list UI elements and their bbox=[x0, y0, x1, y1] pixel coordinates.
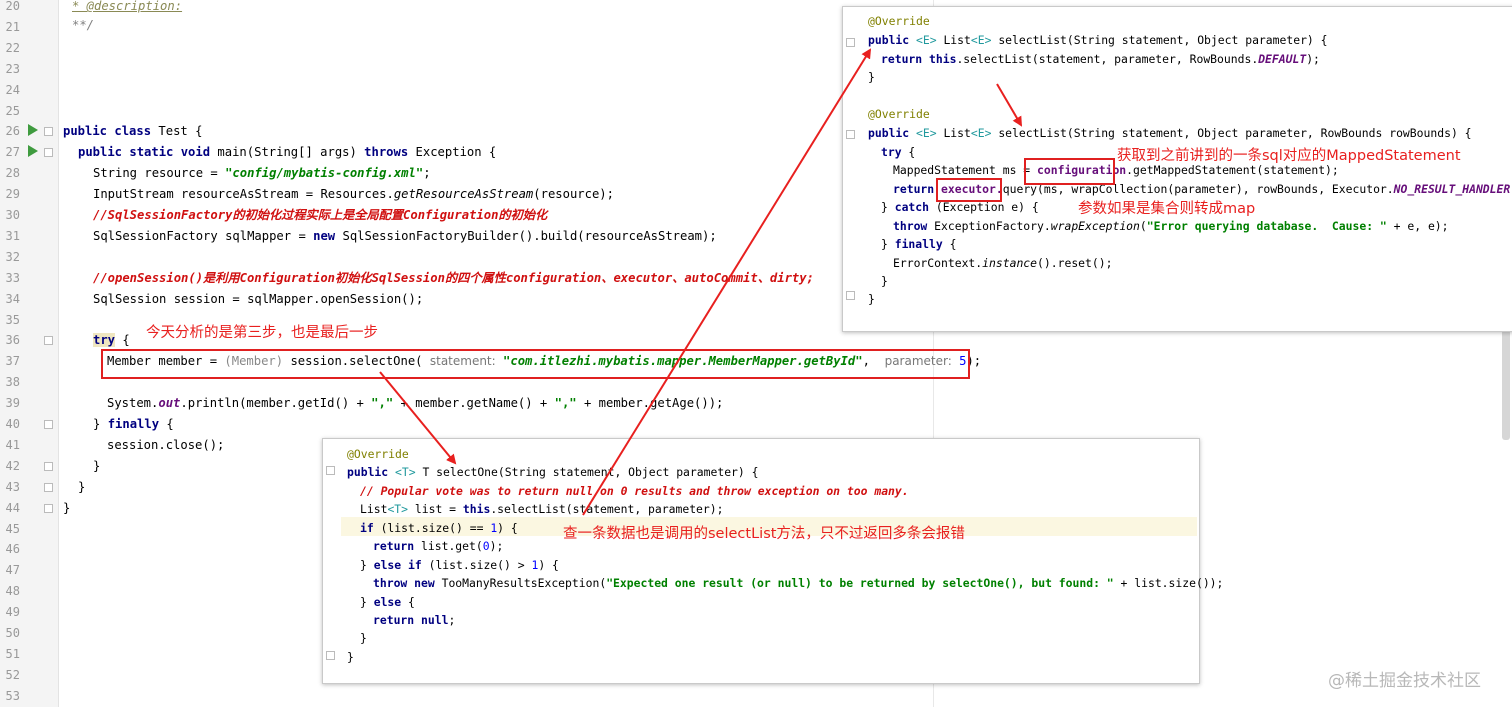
watermark: @稀土掘金技术社区 bbox=[1328, 671, 1481, 691]
annotation-arrows bbox=[379, 48, 1023, 516]
code-editor[interactable]: 20 21 22 23 24 25 26 27 28 29 30 31 32 33 34 35 36 37 38 39… bbox=[0, 0, 1512, 707]
arrow-to-selectlist bbox=[582, 48, 872, 516]
arrow-to-overload bbox=[996, 83, 1023, 127]
arrow-to-selectone bbox=[379, 371, 457, 465]
